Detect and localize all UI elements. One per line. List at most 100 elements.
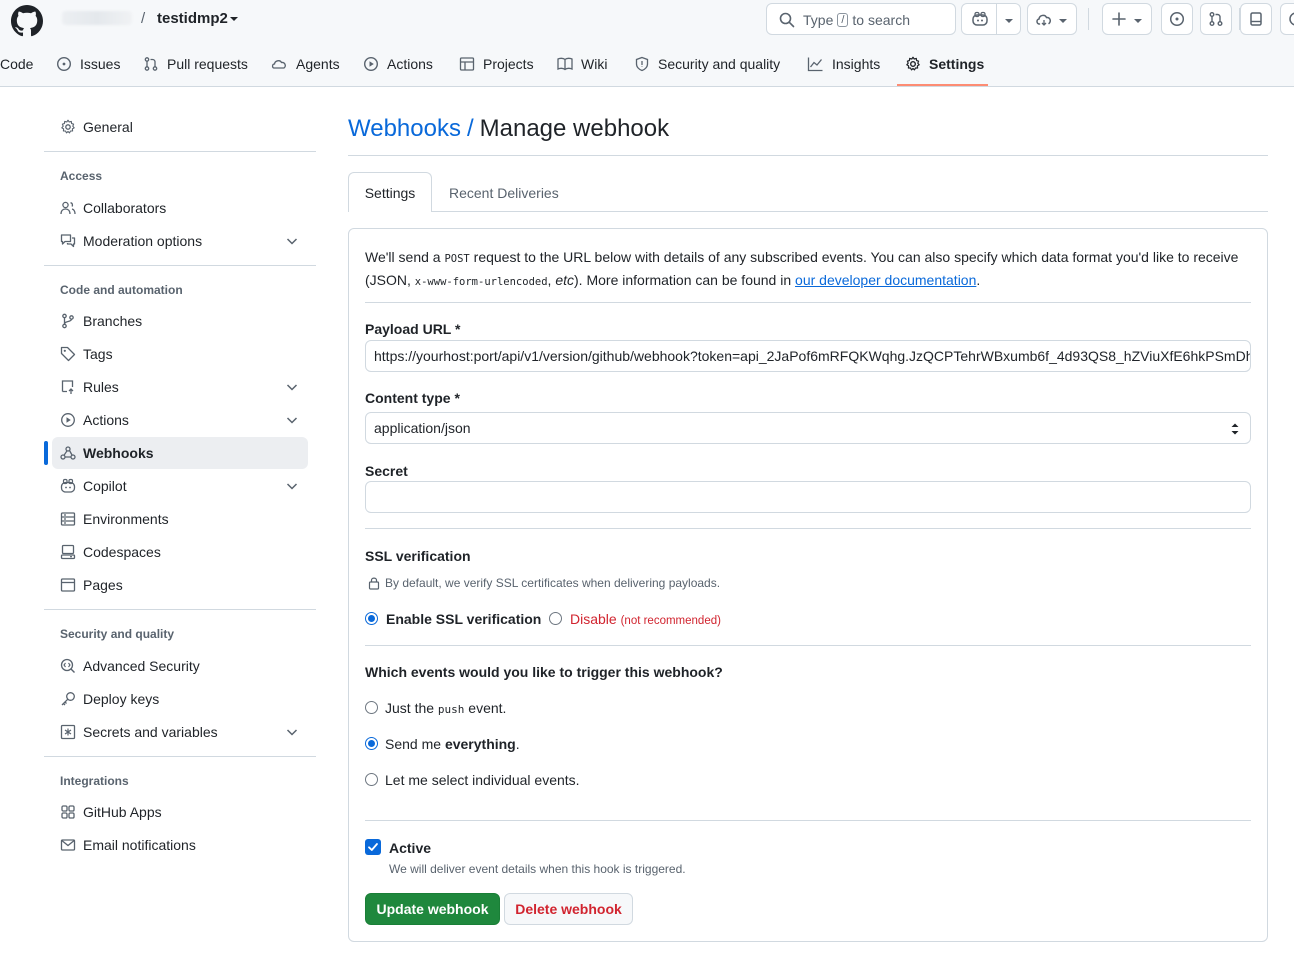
ssl-disable-label[interactable]: Disable (not recommended) — [570, 611, 721, 627]
sidebar-item-tags[interactable]: Tags — [52, 338, 308, 370]
tab-wiki[interactable]: Wiki — [557, 45, 607, 83]
repo-dropdown-caret-icon[interactable] — [229, 14, 239, 24]
copilot-menu-button[interactable] — [961, 3, 1021, 35]
event-push-radio[interactable] — [365, 701, 378, 714]
sidebar-item-webhooks[interactable]: Webhooks — [52, 437, 308, 469]
search-input[interactable]: Type / to search — [766, 3, 956, 35]
asterisk-box-icon — [60, 724, 76, 740]
tab-webhook-settings[interactable]: Settings — [348, 172, 432, 212]
tab-agents[interactable]: Agents — [271, 45, 340, 83]
avatar-button[interactable] — [1280, 3, 1294, 35]
sidebar-item-github-apps[interactable]: GitHub Apps — [52, 796, 308, 828]
ssl-enable-label[interactable]: Enable SSL verification — [386, 611, 541, 627]
chevron-down-icon[interactable] — [285, 725, 299, 739]
repo-path-separator: / — [141, 10, 146, 27]
event-push-label[interactable]: Just the push event. — [385, 700, 506, 716]
sidebar-group-code-automation: Code and automation — [60, 283, 183, 297]
tab-security[interactable]: Security and quality — [634, 45, 780, 83]
server-icon — [60, 511, 76, 527]
ssl-enable-radio[interactable] — [365, 612, 378, 625]
intro-post-code: POST — [444, 253, 470, 265]
sidebar-item-copilot[interactable]: Copilot — [52, 470, 308, 502]
event-everything-text: Send me — [385, 736, 445, 752]
breadcrumb-webhooks-link[interactable]: Webhooks — [348, 115, 461, 142]
search-shortcut-key: / — [837, 13, 849, 27]
sidebar-divider — [44, 609, 316, 610]
intro-text-part: ). More information can be found in — [574, 272, 796, 288]
app-header: / testidmp2 Type / to search Code Issues… — [0, 0, 1294, 87]
event-push-text: Just the — [385, 700, 438, 716]
tag-icon — [60, 346, 76, 362]
chevron-down-icon[interactable] — [285, 413, 299, 427]
chevron-down-icon[interactable] — [285, 380, 299, 394]
event-everything-radio[interactable] — [365, 737, 378, 750]
event-select-label[interactable]: Let me select individual events. — [385, 772, 580, 788]
section-divider — [365, 528, 1251, 529]
tab-pull-requests-label: Pull requests — [167, 56, 248, 72]
sidebar-item-label: GitHub Apps — [83, 804, 162, 820]
repo-name-link[interactable]: testidmp2 — [157, 10, 228, 27]
sidebar-item-collaborators[interactable]: Collaborators — [52, 192, 308, 224]
tab-issues[interactable]: Issues — [56, 45, 120, 83]
codespaces-menu-button[interactable] — [1027, 3, 1077, 35]
github-logo-icon[interactable] — [11, 5, 43, 37]
issues-button[interactable] — [1161, 3, 1193, 35]
ssl-verification-label: SSL verification — [365, 548, 471, 564]
update-webhook-button[interactable]: Update webhook — [365, 893, 500, 925]
tab-settings[interactable]: Settings — [905, 45, 984, 83]
sidebar-item-codespaces[interactable]: Codespaces — [52, 536, 308, 568]
owner-name-redacted[interactable] — [62, 11, 132, 25]
browser-icon — [60, 577, 76, 593]
sidebar-active-indicator — [44, 441, 48, 465]
event-push-code: push — [437, 703, 465, 716]
copilot-icon — [60, 478, 76, 494]
sidebar-item-rules[interactable]: Rules — [52, 371, 308, 403]
sidebar-item-secrets[interactable]: Secrets and variables — [52, 716, 308, 748]
sidebar-item-label: Deploy keys — [83, 691, 160, 707]
sidebar-item-label: Pages — [83, 577, 123, 593]
event-everything-label[interactable]: Send me everything. — [385, 736, 520, 752]
inbox-button[interactable] — [1240, 3, 1272, 35]
active-label[interactable]: Active — [389, 840, 431, 856]
sidebar-item-advanced-security[interactable]: Advanced Security — [52, 650, 308, 682]
intro-text-part: We'll send a — [365, 249, 445, 265]
tab-recent-deliveries[interactable]: Recent Deliveries — [449, 185, 559, 201]
tab-projects[interactable]: Projects — [459, 45, 534, 83]
pull-requests-button[interactable] — [1200, 3, 1232, 35]
delete-webhook-button[interactable]: Delete webhook — [504, 893, 633, 925]
ssl-note-text: By default, we verify SSL certificates w… — [385, 576, 721, 590]
tab-pull-requests[interactable]: Pull requests — [143, 45, 248, 83]
sidebar-item-environments[interactable]: Environments — [52, 503, 308, 535]
tab-actions[interactable]: Actions — [363, 45, 433, 83]
active-checkbox[interactable] — [365, 839, 381, 855]
tab-code[interactable]: Code — [0, 45, 33, 83]
chevron-down-icon[interactable] — [285, 234, 299, 248]
content-type-select[interactable]: application/json — [365, 412, 1251, 444]
secret-field[interactable] — [365, 481, 1251, 513]
chevron-down-icon[interactable] — [285, 479, 299, 493]
sidebar-item-email-notifications[interactable]: Email notifications — [52, 829, 308, 861]
sidebar-item-moderation[interactable]: Moderation options — [52, 225, 308, 257]
graph-icon — [807, 56, 824, 72]
sidebar-item-general[interactable]: General — [52, 111, 308, 143]
ssl-disable-radio[interactable] — [549, 612, 562, 625]
events-question-label: Which events would you like to trigger t… — [365, 664, 723, 680]
sidebar-item-actions[interactable]: Actions — [52, 404, 308, 436]
copilot-icon — [971, 11, 989, 27]
book-icon — [557, 56, 573, 72]
people-icon — [60, 200, 76, 216]
sidebar-item-label: Moderation options — [83, 233, 203, 249]
event-select-radio[interactable] — [365, 773, 378, 786]
ssl-disable-text: Disable — [570, 611, 617, 627]
payload-url-field[interactable]: https://yourhost:port/api/v1/version/git… — [365, 340, 1251, 372]
sidebar-item-label: Webhooks — [83, 445, 154, 461]
sidebar-item-branches[interactable]: Branches — [52, 305, 308, 337]
intro-text-part: . — [976, 272, 981, 288]
developer-documentation-link[interactable]: our developer documentation — [795, 272, 976, 288]
create-new-button[interactable] — [1102, 3, 1152, 35]
cloud-icon — [1035, 11, 1053, 27]
sidebar-item-pages[interactable]: Pages — [52, 569, 308, 601]
tab-agents-label: Agents — [296, 56, 340, 72]
tab-insights[interactable]: Insights — [807, 45, 880, 83]
sidebar-item-deploy-keys[interactable]: Deploy keys — [52, 683, 308, 715]
